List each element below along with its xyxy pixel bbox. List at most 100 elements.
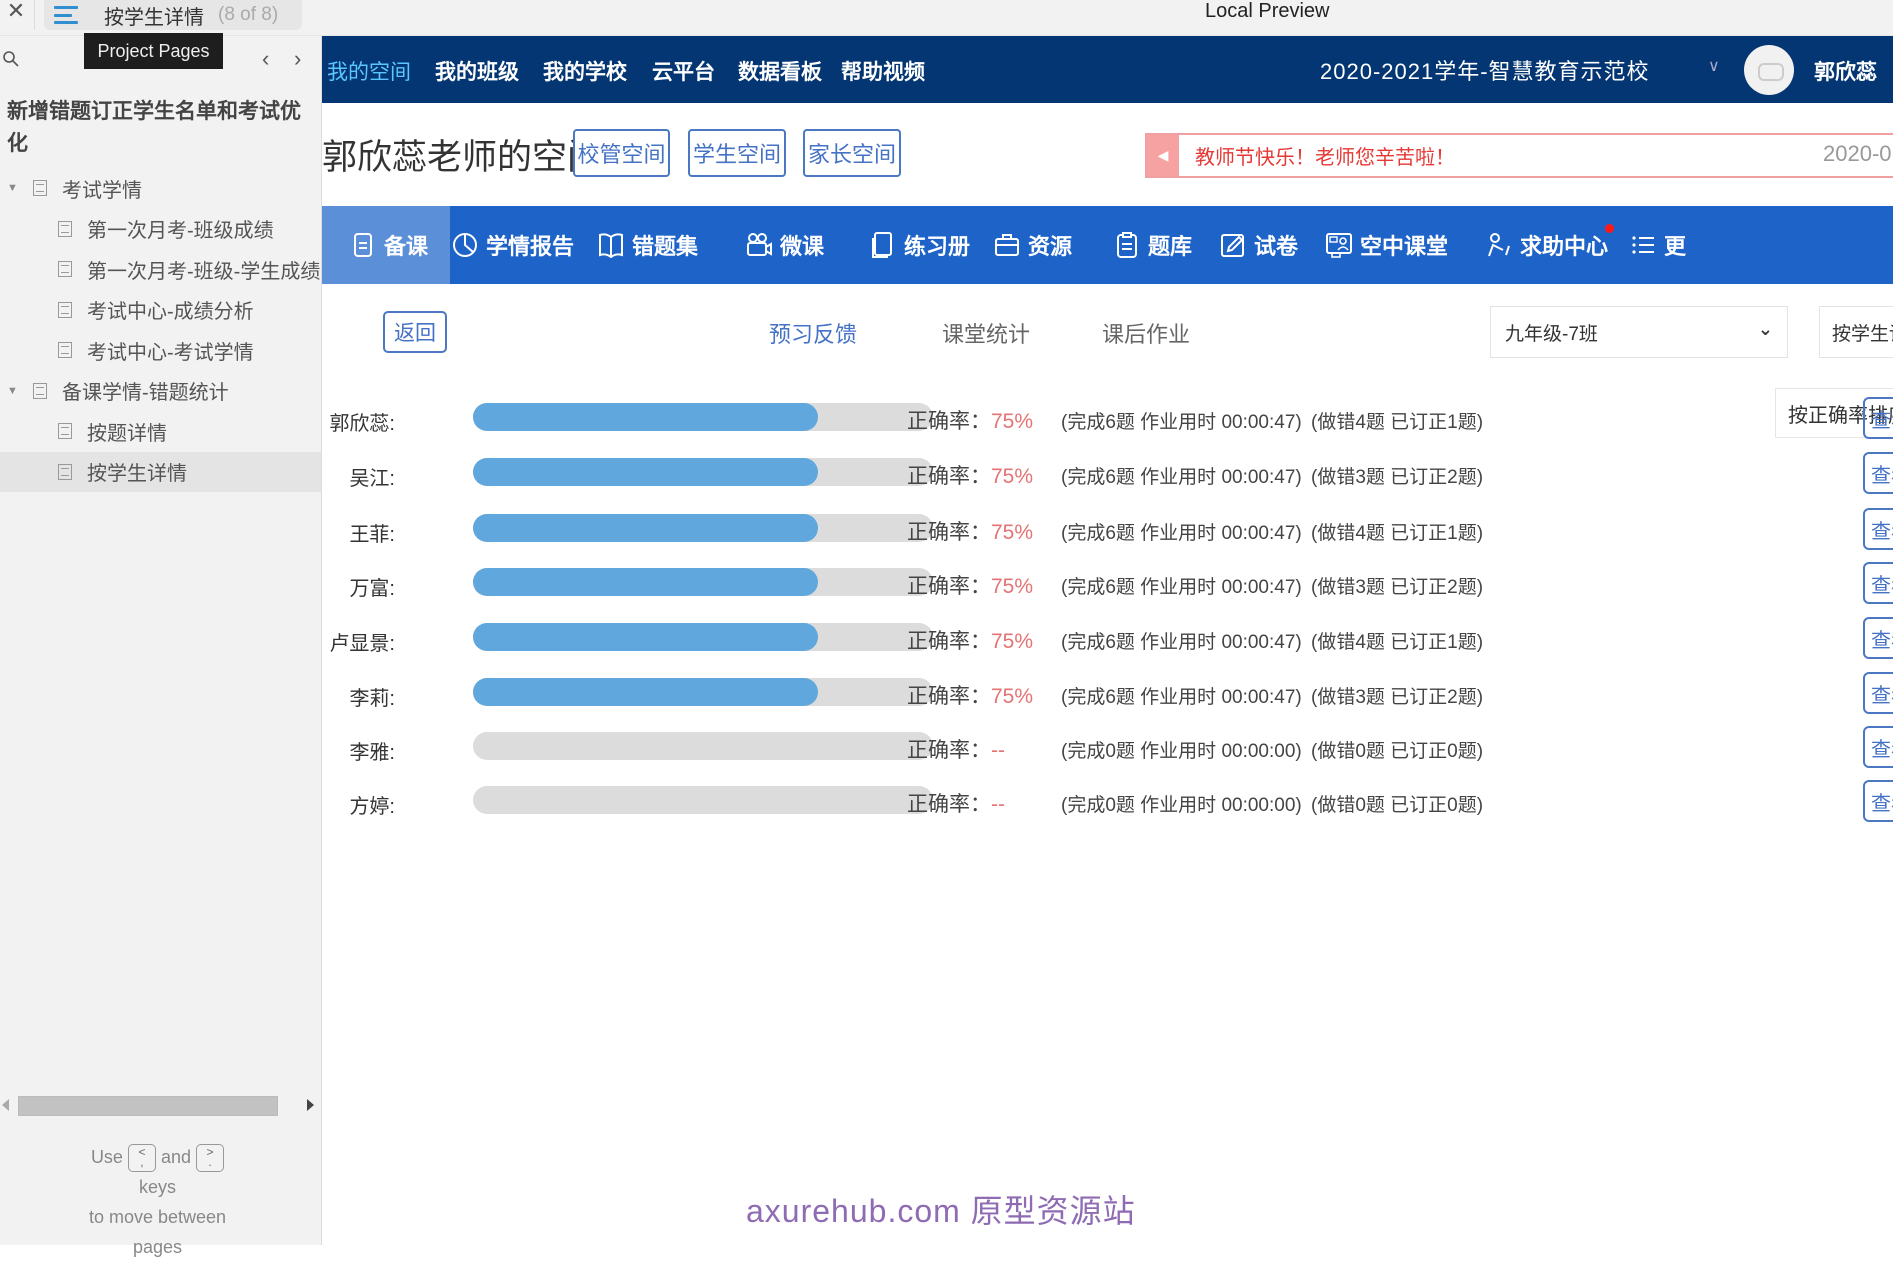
page-tree-item[interactable]: 第一次月考-班级-学生成绩 [0,249,321,290]
briefcase-icon [995,234,1019,256]
page-icon [58,342,72,359]
page-tree-item[interactable]: 按题详情 [0,411,321,452]
hint-text: pages [132,1237,183,1258]
student-row: 李莉: 正确率：75% (完成6题 作业用时 00:00:47) (做错3题 已订正2… [322,672,1893,716]
page-selector[interactable]: 按学生详情 (8 of 8) [44,0,302,30]
document-icon [354,233,372,257]
keyboard-hint: Use <, and >. keys to move between pages [40,1142,275,1262]
content-area: 返回 预习反馈 课堂统计 课后作业 九年级-7班 ⌄ 按学生详情 按正确率排序 … [322,284,1893,1245]
nav-data-board[interactable]: 数据看板 [738,56,822,86]
module-tab[interactable]: 学情报告 [450,206,574,284]
edit-icon [1221,234,1244,257]
module-tab[interactable]: 求助中心 [1484,206,1615,284]
accuracy: 正确率：75% [907,516,1033,546]
student-name: 卢显景: [329,633,395,655]
class-select[interactable]: 九年级-7班 ⌄ [1490,306,1788,358]
next-page-icon[interactable]: › [294,46,301,72]
scroll-left-icon[interactable] [2,1099,9,1111]
progress-bar [473,732,933,760]
accuracy: 正确率：75% [907,460,1033,490]
notice-date: 2020-0 [1823,141,1892,166]
nav-help-video[interactable]: 帮助视频 [841,56,925,86]
expand-triangle-icon[interactable]: ▼ [7,182,19,194]
nav-my-school[interactable]: 我的学校 [543,56,627,86]
notice-bar[interactable]: ◀︎ 教师节快乐！老师您辛苦啦！ 2020-0 [1145,133,1893,178]
page-tree-item[interactable]: ▼ 考试学情 [0,168,321,209]
tab-preview-feedback[interactable]: 预习反馈 [769,317,857,349]
view-button[interactable]: 查看 [1863,672,1893,714]
close-icon[interactable]: ✕ [4,0,28,24]
page-icon [33,382,47,399]
accuracy: 正确率：-- [907,788,1005,818]
nav-my-space[interactable]: 我的空间 [327,56,411,86]
student-row: 方婷: 正确率：-- (完成0题 作业用时 00:00:00) (做错0题 已订正0题… [322,780,1893,824]
completion-info: (完成6题 作业用时 00:00:47) [1061,467,1302,488]
student-name: 方婷: [349,796,395,818]
scrollbar-thumb[interactable] [18,1096,278,1116]
module-tab[interactable]: 练习册 [868,206,970,284]
student-row: 卢显景: 正确率：75% (完成6题 作业用时 00:00:47) (做错4题 已订正… [322,617,1893,661]
accuracy-value: 75% [991,410,1034,433]
scroll-right-icon[interactable] [307,1099,314,1111]
nav-cloud-platform[interactable]: 云平台 [652,56,715,86]
school-selector[interactable]: 2020-2021学年-智慧教育示范校 [1320,54,1650,86]
page-tree-item[interactable]: 考试中心-考试学情 [0,330,321,371]
accuracy-label: 正确率： [907,685,991,708]
accuracy-value: -- [991,739,1005,762]
class-select-value: 九年级-7班 [1505,323,1598,345]
correction-info: (做错3题 已订正2题) [1311,577,1484,598]
page-tree-item[interactable]: 考试中心-成绩分析 [0,290,321,331]
page-tree-item[interactable]: 第一次月考-班级成绩 [0,209,321,250]
clipboard-icon [1117,232,1137,258]
horizontal-scrollbar[interactable] [0,1094,321,1118]
prev-page-icon[interactable]: ‹ [262,46,269,72]
chevron-down-icon[interactable]: ∨ [1708,56,1720,76]
module-tab[interactable]: 试卷 [1218,206,1298,284]
avatar[interactable] [1744,45,1794,95]
module-tab-label: 错题集 [632,234,699,259]
module-tab[interactable]: 备课 [322,206,450,284]
progress-bar [473,568,933,596]
accuracy-value: 75% [991,521,1034,544]
module-tab[interactable]: 资源 [992,206,1072,284]
nav-my-class[interactable]: 我的班级 [435,56,519,86]
page-tree-item[interactable]: 按学生详情 [0,451,321,492]
student-name: 万富: [349,578,395,600]
completion-info: (完成0题 作业用时 00:00:00) [1061,795,1302,816]
view-button[interactable]: 查看 [1863,508,1893,550]
page-tree-item[interactable]: ▼ 备课学情-错题统计 [0,371,321,412]
view-button[interactable]: 查看 [1863,562,1893,604]
student-name: 郭欣蕊: [329,413,395,435]
help-person-icon [1488,233,1510,257]
module-tab[interactable]: 微课 [744,206,824,284]
correction-info: (做错4题 已订正1题) [1311,632,1484,653]
tab-class-stats[interactable]: 课堂统计 [942,317,1030,349]
student-space-button[interactable]: 学生空间 [688,129,786,177]
page-icon [58,463,72,480]
module-tab[interactable]: 更 [1628,206,1686,284]
accuracy: 正确率：75% [907,680,1033,710]
admin-space-button[interactable]: 校管空间 [573,129,670,177]
view-button[interactable]: 查看 [1863,726,1893,768]
tab-homework[interactable]: 课后作业 [1102,317,1190,349]
module-tab[interactable]: 空中课堂 [1324,206,1448,284]
view-button[interactable]: 查看 [1863,397,1893,439]
tooltip: Project Pages [84,33,223,69]
parent-space-button[interactable]: 家长空间 [803,129,901,177]
back-button[interactable]: 返回 [383,311,447,353]
module-tab[interactable]: 错题集 [596,206,698,284]
hint-text: to move between [88,1207,227,1228]
user-name[interactable]: 郭欣蕊 [1814,56,1877,86]
notification-dot [1605,224,1615,233]
view-button[interactable]: 查看 [1863,452,1893,494]
accuracy-value: 75% [991,685,1034,708]
view-button[interactable]: 查看 [1863,617,1893,659]
mode-select[interactable]: 按学生详情 [1819,306,1893,358]
module-tab[interactable]: 题库 [1112,206,1192,284]
hamburger-icon[interactable] [54,6,78,24]
expand-triangle-icon[interactable]: ▼ [7,385,19,397]
view-button[interactable]: 查看 [1863,780,1893,822]
student-row: 万富: 正确率：75% (完成6题 作业用时 00:00:47) (做错3题 已订正2… [322,562,1893,606]
progress-fill [473,403,818,431]
search-icon[interactable] [2,50,20,68]
